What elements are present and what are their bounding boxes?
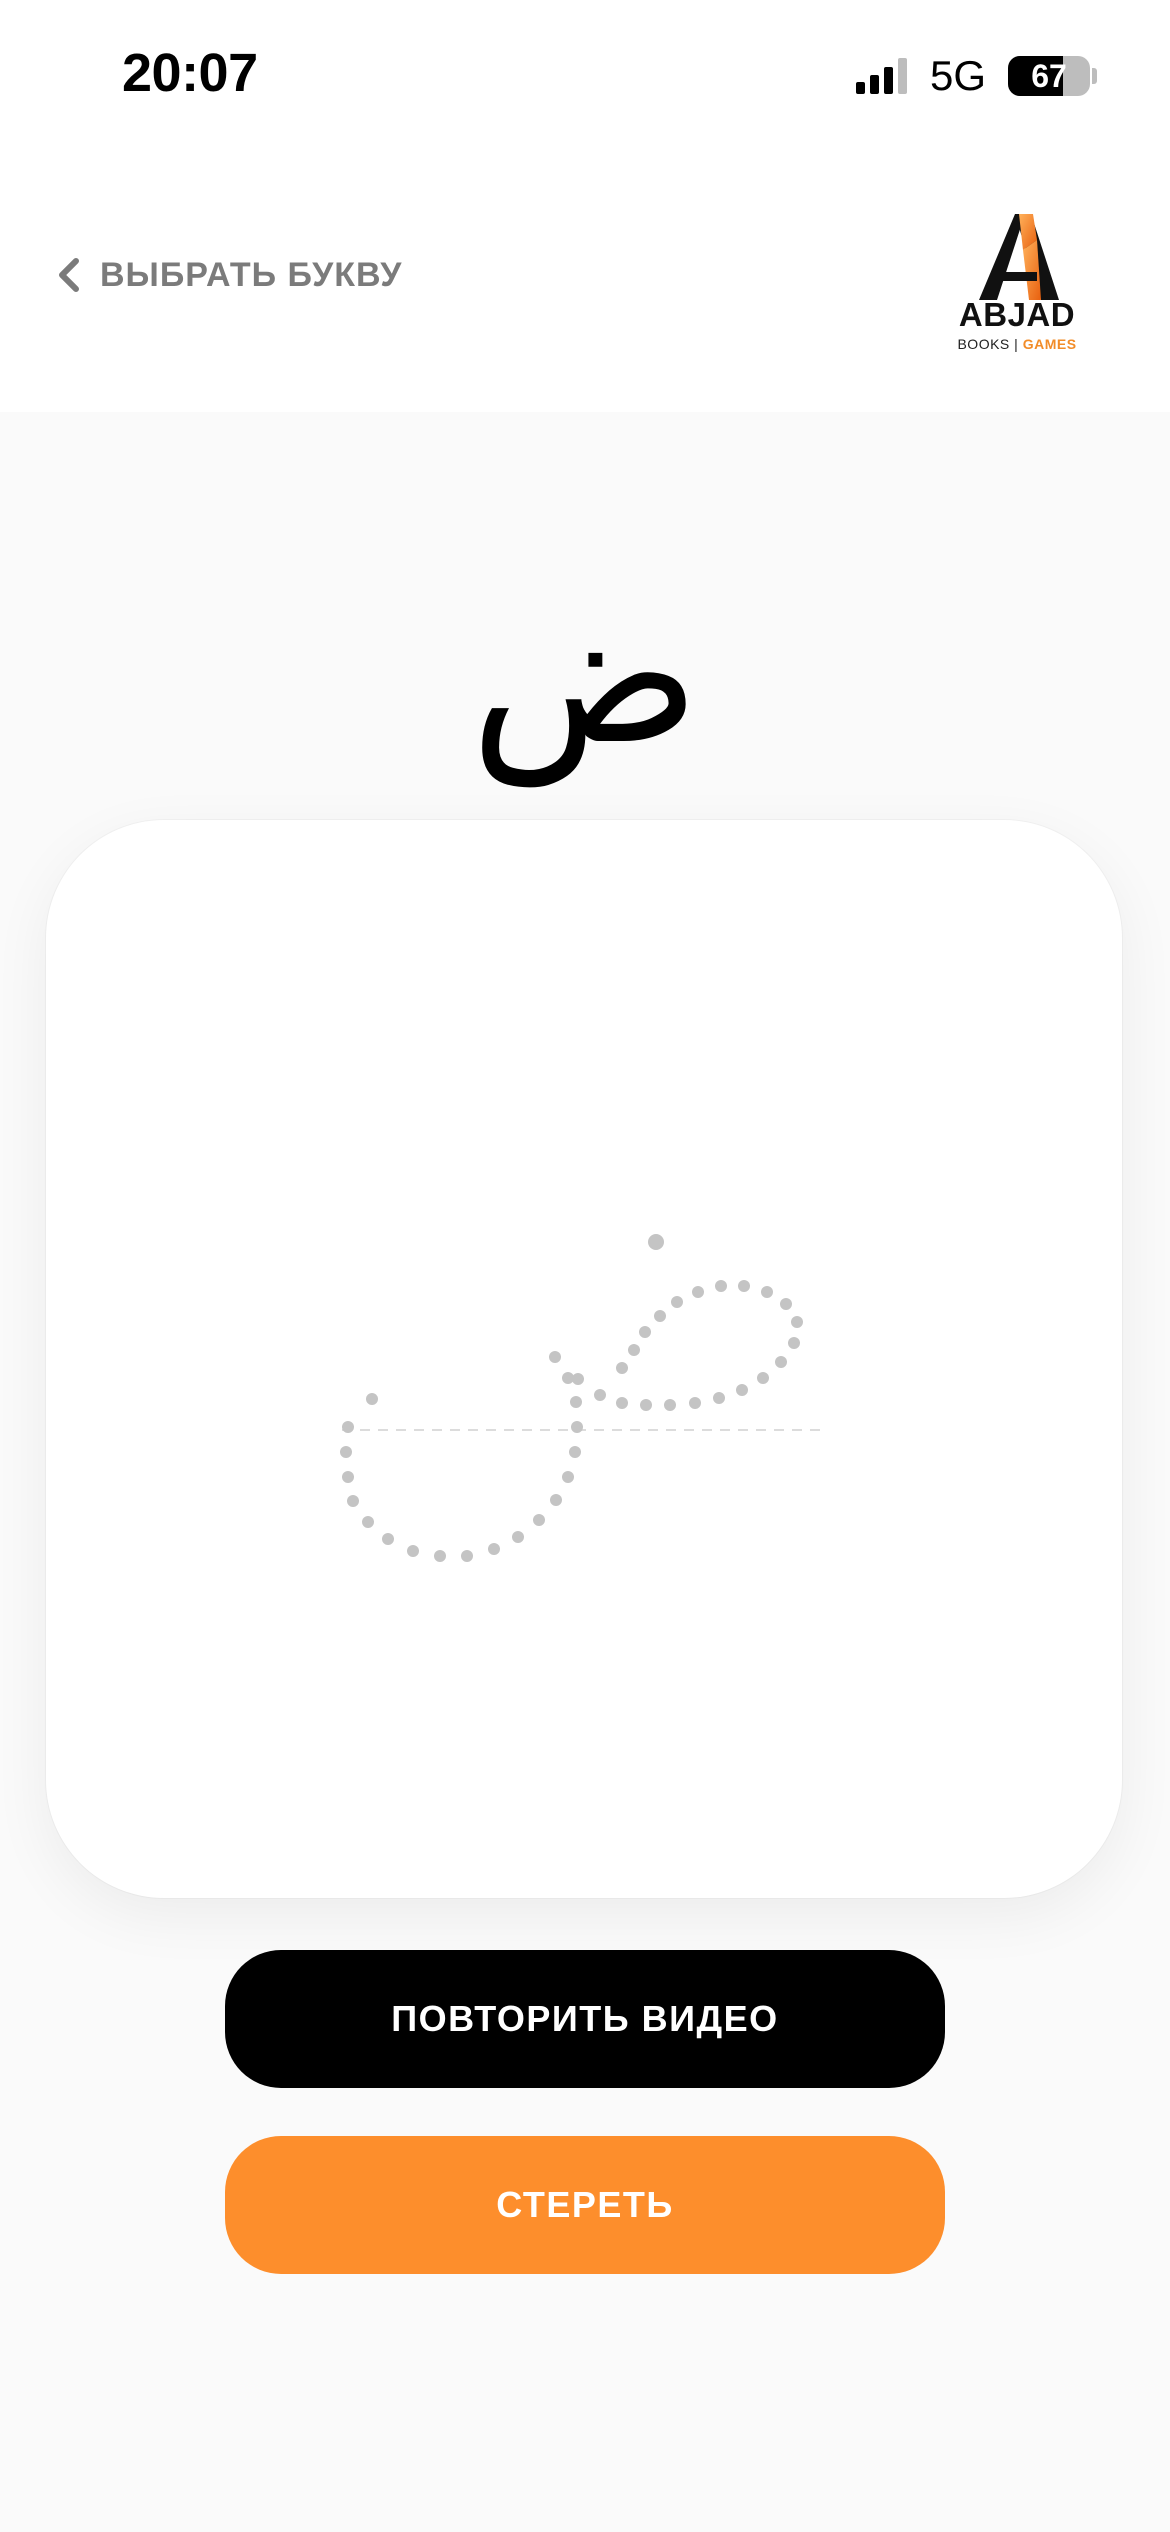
- trace-dot: [362, 1516, 374, 1528]
- trace-dot: [571, 1421, 583, 1433]
- trace-dot: [761, 1286, 773, 1298]
- cellular-signal-icon: [856, 58, 907, 94]
- trace-dot: [616, 1362, 628, 1374]
- trace-dot: [654, 1310, 666, 1322]
- battery-icon: 67: [1008, 56, 1090, 96]
- trace-dot: [736, 1384, 748, 1396]
- trace-dot: [407, 1545, 419, 1557]
- trace-dot: [461, 1550, 473, 1562]
- trace-dot: [569, 1446, 581, 1458]
- trace-dot: [689, 1397, 701, 1409]
- erase-button[interactable]: СТЕРЕТЬ: [225, 2136, 945, 2274]
- trace-dot: [715, 1280, 727, 1292]
- trace-dot: [594, 1389, 606, 1401]
- trace-dot: [549, 1351, 561, 1363]
- tracing-guide: [340, 1234, 826, 1562]
- trace-dot: [342, 1421, 354, 1433]
- logo-tagline: BOOKS | GAMES: [957, 336, 1077, 352]
- trace-dot: [791, 1316, 803, 1328]
- tracing-canvas[interactable]: [46, 820, 1122, 1898]
- trace-dot-diacritic: [648, 1234, 664, 1250]
- trace-dot: [366, 1393, 378, 1405]
- battery-tip: [1092, 68, 1097, 84]
- trace-dot: [671, 1296, 683, 1308]
- trace-dot: [572, 1373, 584, 1385]
- replay-video-button[interactable]: ПОВТОРИТЬ ВИДЕО: [225, 1950, 945, 2088]
- trace-dot: [512, 1531, 524, 1543]
- trace-dot: [434, 1550, 446, 1562]
- letter-trace-dots: [340, 1234, 803, 1562]
- abjad-logo: ABJAD BOOKS | GAMES: [926, 188, 1108, 360]
- trace-dot: [570, 1396, 582, 1408]
- trace-dot: [533, 1514, 545, 1526]
- trace-dot: [382, 1533, 394, 1545]
- chevron-left-icon: [59, 258, 79, 292]
- trace-dot: [640, 1399, 652, 1411]
- abjad-a-logo-icon: [979, 214, 1059, 300]
- trace-dot: [342, 1471, 354, 1483]
- trace-dot: [780, 1298, 792, 1310]
- trace-dot: [757, 1372, 769, 1384]
- back-button[interactable]: ВЫБРАТЬ БУКВУ: [56, 252, 402, 298]
- trace-dot: [639, 1326, 651, 1338]
- trace-dot: [347, 1495, 359, 1507]
- battery-level: 67: [1031, 57, 1067, 94]
- trace-dot: [562, 1471, 574, 1483]
- trace-dot: [775, 1356, 787, 1368]
- current-letter: ض: [470, 565, 700, 786]
- network-type: 5G: [930, 52, 987, 99]
- trace-dot: [664, 1399, 676, 1411]
- logo-wordmark: ABJAD: [958, 296, 1076, 333]
- trace-dot: [340, 1446, 352, 1458]
- trace-dot: [628, 1344, 640, 1356]
- trace-dot: [713, 1392, 725, 1404]
- trace-dot: [550, 1494, 562, 1506]
- back-label: ВЫБРАТЬ БУКВУ: [100, 255, 403, 294]
- trace-dot: [488, 1543, 500, 1555]
- trace-dot: [692, 1286, 704, 1298]
- trace-dot: [788, 1337, 800, 1349]
- trace-dot: [738, 1280, 750, 1292]
- top-bar: 20:07 5G 67 ВЫБРАТЬ БУКВУ ABJAD BOOKS | …: [0, 0, 1170, 412]
- trace-dot: [616, 1397, 628, 1409]
- status-time: 20:07: [122, 43, 258, 103]
